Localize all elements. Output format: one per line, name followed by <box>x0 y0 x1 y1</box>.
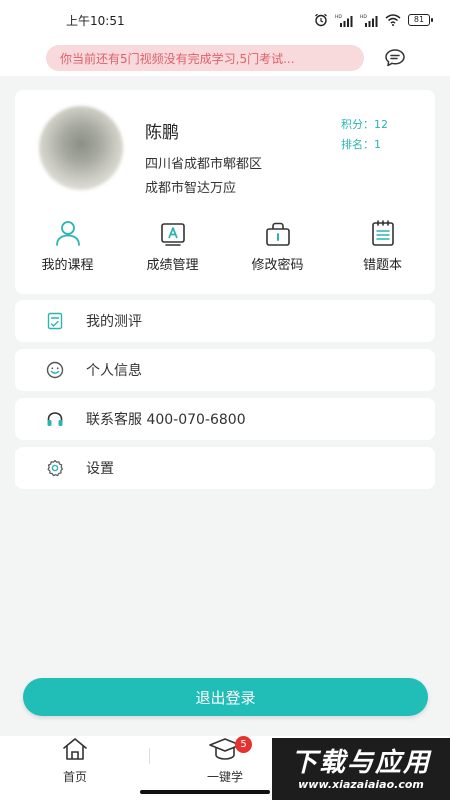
gear-icon <box>45 459 65 477</box>
watermark-main-text: 下载与应用 <box>290 747 431 778</box>
top-bar: 你当前还有5门视频没有完成学习,5门考试... <box>0 40 450 76</box>
watermark-url-text: www.xiazaiaiao.com <box>298 777 424 791</box>
grade-management-button[interactable]: 成绩管理 <box>120 220 225 280</box>
menu-item-settings[interactable]: 设置 <box>15 447 435 489</box>
grade-icon <box>160 220 186 246</box>
my-courses-button[interactable]: 我的课程 <box>15 220 120 280</box>
user-name: 陈鹏 <box>145 123 179 143</box>
profile-card: 陈鹏 四川省成都市郫都区 成都市智达万应 积分：12 排名：1 我的课程 成绩管… <box>15 90 435 294</box>
logout-button[interactable]: 退出登录 <box>23 678 428 716</box>
menu-label-my-assessment: 我的测评 <box>86 314 142 330</box>
grade-management-label: 成绩管理 <box>146 258 199 273</box>
quick-actions: 我的课程 成绩管理 修改密码 错题本 <box>15 220 435 280</box>
wrong-answers-label: 错题本 <box>362 258 402 273</box>
avatar[interactable] <box>39 106 123 190</box>
lock-icon <box>265 220 291 246</box>
signal-icon-2: HD <box>360 14 378 27</box>
user-icon <box>54 220 82 246</box>
user-organization: 成都市智达万应 <box>145 181 237 196</box>
tab-badge: 5 <box>235 736 252 753</box>
tab-one-click-learn-label: 一键学 <box>206 770 243 784</box>
user-address: 四川省成都市郫都区 <box>145 157 263 172</box>
change-password-button[interactable]: 修改密码 <box>225 220 330 280</box>
menu-item-customer-service[interactable]: 联系客服 400-070-6800 <box>15 398 435 440</box>
tab-home[interactable]: 首页 <box>0 736 150 800</box>
status-icons: HD HD 81 <box>314 13 433 27</box>
signal-icon: HD <box>335 14 353 27</box>
home-icon <box>61 737 89 765</box>
battery-icon: 81 <box>408 14 433 26</box>
wrong-answers-button[interactable]: 错题本 <box>330 220 435 280</box>
home-indicator <box>140 790 270 794</box>
tab-home-label: 首页 <box>62 770 87 784</box>
message-icon[interactable] <box>384 48 406 68</box>
change-password-label: 修改密码 <box>251 258 304 273</box>
notebook-icon <box>371 220 395 246</box>
notice-text: 你当前还有5门视频没有完成学习,5门考试... <box>60 51 295 66</box>
status-time: 上午10:51 <box>66 13 125 28</box>
menu-item-my-assessment[interactable]: 我的测评 <box>15 300 435 342</box>
menu-label-settings: 设置 <box>86 461 114 477</box>
menu-item-personal-info[interactable]: 个人信息 <box>15 349 435 391</box>
smiley-icon <box>45 361 65 379</box>
points-stat: 积分：12 <box>341 118 388 131</box>
status-bar: 上午10:51 HD HD 81 <box>0 0 450 40</box>
notice-banner[interactable]: 你当前还有5门视频没有完成学习,5门考试... <box>46 45 364 71</box>
watermark-logo: 下载与应用 www.xiazaiaiao.com <box>272 738 450 800</box>
my-courses-label: 我的课程 <box>41 258 94 273</box>
svg-text:HD: HD <box>360 14 367 20</box>
rank-stat: 排名：1 <box>341 138 381 151</box>
checklist-icon <box>45 312 65 330</box>
menu-label-customer-service: 联系客服 400-070-6800 <box>86 412 246 428</box>
alarm-icon <box>315 13 327 27</box>
svg-text:HD: HD <box>335 14 342 20</box>
wifi-icon <box>385 14 401 26</box>
headset-icon <box>45 411 65 427</box>
menu-label-personal-info: 个人信息 <box>86 363 142 379</box>
